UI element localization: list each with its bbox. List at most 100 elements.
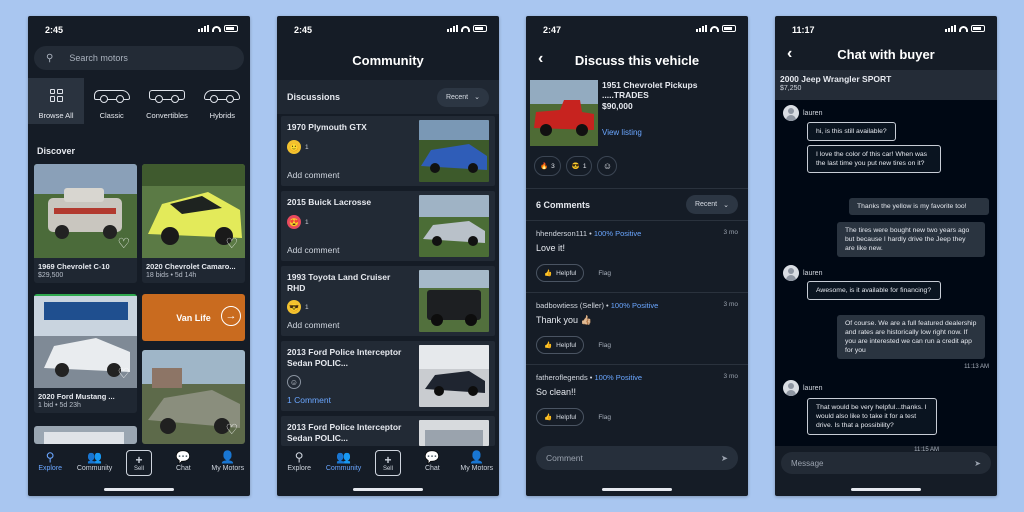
back-chevron-icon[interactable]: ‹ [787, 45, 792, 63]
arrow-right-icon[interactable]: → [221, 306, 241, 326]
tab-chat[interactable]: 💬 Chat [161, 450, 205, 482]
message-list[interactable]: lauren hi, is this still available? I lo… [775, 100, 997, 453]
comment-user[interactable]: fatheroflegends [536, 373, 588, 382]
heart-icon[interactable]: ♡ [117, 365, 130, 382]
helpful-button[interactable]: 👍 Helpful [536, 336, 585, 354]
comment-user[interactable]: badbowtiess (Seller) [536, 301, 604, 310]
listing-card[interactable] [34, 426, 137, 444]
cool-emoji-icon: 😎 [287, 300, 301, 314]
discussions-bar: Discussions Recent ⌄ [277, 80, 499, 114]
discussion-card[interactable]: 1970 Plymouth GTX 🙂 1 Add comment [281, 116, 495, 186]
comment-item: hhenderson111 • 100% Positive 3 mo Love … [526, 220, 748, 292]
listing-card[interactable]: ♡ [142, 350, 245, 444]
vehicle-price: $90,000 [602, 101, 633, 111]
deal-summary[interactable]: 2000 Jeep Wrangler SPORT $7,250 [775, 70, 997, 100]
add-comment-link[interactable]: Add comment [287, 245, 339, 255]
tab-community[interactable]: 👥 Community [322, 450, 366, 482]
add-comment-link[interactable]: Add comment [287, 320, 339, 330]
tab-explore[interactable]: ⚲ Explore [277, 450, 321, 482]
listing-title: 2020 Chevrolet Camaro... [146, 262, 236, 271]
category-hybrids[interactable]: Hybrids [195, 78, 250, 124]
avatar [783, 380, 799, 396]
outgoing-message: Thanks the yellow is my favorite too! [849, 198, 989, 215]
section-title: Discussions [287, 92, 341, 102]
heart-icon[interactable]: ♡ [117, 235, 130, 252]
wifi-icon [710, 25, 719, 32]
convertible-car-icon [148, 86, 185, 104]
comments-count: 6 Comments [536, 199, 591, 210]
tab-sell[interactable]: + Sell [366, 450, 410, 482]
heart-icon[interactable]: ♡ [225, 421, 238, 438]
discussion-card[interactable]: 1993 Toyota Land Cruiser RHD 😎 1 Add comm… [281, 266, 495, 336]
reaction-chip-cool[interactable]: 😎 1 [565, 156, 593, 176]
incoming-message: That would be very helpful...thanks. I w… [807, 398, 937, 435]
classic-car-icon [93, 86, 130, 104]
helpful-button[interactable]: 👍 Helpful [536, 264, 585, 282]
signal-icon [696, 25, 707, 32]
van-life-banner[interactable]: Van Life → [142, 294, 245, 341]
promo-card[interactable]: Van Life → [142, 294, 245, 341]
heart-icon[interactable]: ♡ [225, 235, 238, 252]
discussion-title: 2015 Buick Lacrosse [287, 197, 372, 207]
listing-card[interactable]: ♡ 1969 Chevrolet C-10 $29,500 [34, 164, 137, 283]
discuss-vehicle-screen: 2:47 ‹ Discuss this vehicle 1951 Chevrol… [526, 16, 748, 496]
smile-emoji-icon: 🙂 [287, 140, 301, 154]
chat-icon: 💬 [424, 450, 440, 464]
flag-link[interactable]: Flag [598, 342, 611, 349]
tab-explore[interactable]: ⚲ Explore [28, 450, 72, 482]
category-browse-all[interactable]: Browse All [28, 78, 84, 124]
sender-row: lauren [783, 380, 822, 396]
tab-sell[interactable]: + Sell [117, 450, 161, 482]
add-reaction-icon[interactable]: ☺ [287, 375, 301, 389]
category-convertibles[interactable]: Convertibles [139, 78, 194, 124]
listing-card[interactable]: ♡ 2020 Chevrolet Camaro... 18 bids • 5d … [142, 164, 245, 283]
tab-bar: ⚲ Explore 👥 Community + Sell 💬 Chat 👤 My Moto… [28, 450, 250, 482]
comment-count-link[interactable]: 1 Comment [287, 395, 331, 405]
comment-input[interactable]: Comment ➤ [536, 446, 738, 470]
flag-link[interactable]: Flag [598, 414, 611, 421]
discussion-card[interactable]: 2015 Buick Lacrosse 😍 1 Add comment [281, 191, 495, 261]
listing-photo: ♡ [34, 164, 137, 258]
signal-icon [198, 25, 209, 32]
sender-row: lauren [783, 105, 822, 121]
wifi-icon [959, 25, 968, 32]
comment-text: So clean!! [536, 387, 577, 397]
vehicle-photo [530, 80, 598, 146]
sort-dropdown[interactable]: Recent ⌄ [685, 195, 738, 214]
heart-eyes-emoji-icon: 😍 [287, 215, 301, 229]
user-rating: 100% Positive [593, 229, 642, 238]
discover-heading: Discover [37, 146, 76, 156]
send-icon[interactable]: ➤ [721, 453, 728, 464]
tab-chat[interactable]: 💬 Chat [410, 450, 454, 482]
listing-title: 1969 Chevrolet C-10 [38, 262, 110, 271]
category-classic[interactable]: Classic [84, 78, 139, 124]
cool-emoji-icon: 😎 [571, 163, 580, 170]
message-placeholder: Message [791, 458, 824, 468]
comment-user[interactable]: hhenderson111 [536, 229, 587, 238]
discussion-photo [419, 420, 489, 446]
discussion-card[interactable]: 2013 Ford Police Interceptor Sedan POLIC… [281, 341, 495, 411]
grid-icon [49, 86, 63, 104]
helpful-button[interactable]: 👍 Helpful [536, 408, 585, 426]
incoming-message: Awesome, is it available for financing? [807, 281, 941, 300]
tab-my-motors[interactable]: 👤 My Motors [455, 450, 499, 482]
search-icon: ⚲ [46, 52, 54, 64]
category-row: Browse All Classic Convertibles Hybrids [28, 78, 250, 124]
add-reaction-icon[interactable]: ☺ [597, 156, 618, 176]
back-chevron-icon[interactable]: ‹ [538, 50, 543, 68]
home-indicator [104, 488, 174, 491]
search-input[interactable]: ⚲ Search motors [34, 46, 244, 70]
status-time: 2:45 [45, 25, 64, 35]
reaction-chip-fire[interactable]: 🔥 3 [534, 156, 561, 176]
flag-link[interactable]: Flag [598, 270, 611, 277]
tab-community[interactable]: 👥 Community [73, 450, 117, 482]
view-listing-link[interactable]: View listing [602, 128, 642, 137]
message-input[interactable]: Message ➤ [781, 452, 991, 474]
send-icon[interactable]: ➤ [974, 459, 981, 468]
add-comment-link[interactable]: Add comment [287, 170, 339, 180]
listing-card[interactable]: ♡ 2020 Ford Mustang ... 1 bid • 5d 23h [34, 294, 137, 413]
sort-dropdown[interactable]: Recent ⌄ [436, 87, 489, 107]
discussion-card[interactable]: 2013 Ford Police Interceptor Sedan POLIC… [281, 416, 495, 446]
tab-my-motors[interactable]: 👤 My Motors [206, 450, 250, 482]
comment-text: Love it! [536, 243, 566, 253]
